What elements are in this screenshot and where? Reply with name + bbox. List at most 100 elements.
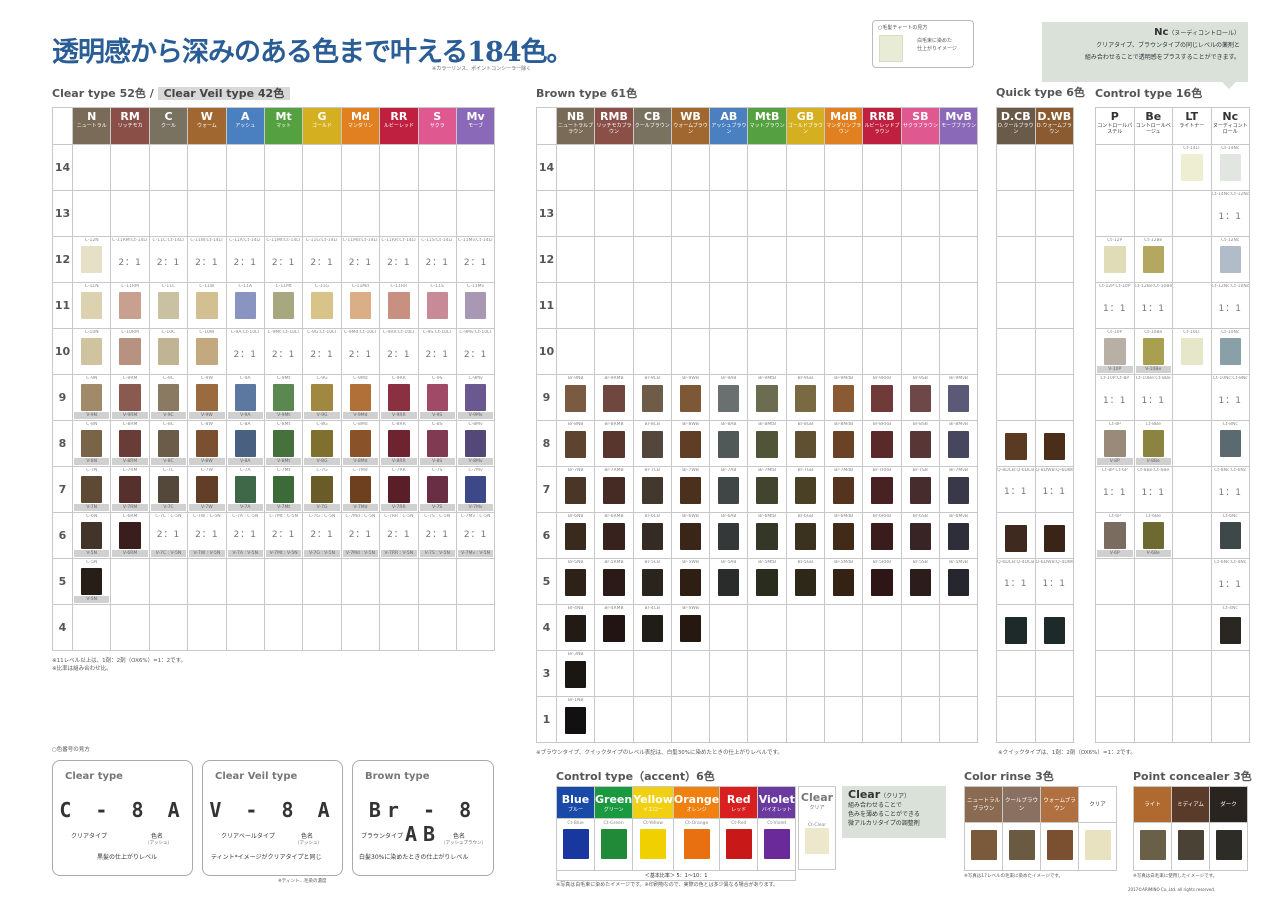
col-name: W: [200, 110, 213, 123]
cell-code: C-9S: [431, 376, 443, 381]
swatch: [756, 569, 778, 596]
clear-cell: C-8G V-8G: [302, 420, 342, 467]
col-name: A: [241, 110, 250, 123]
cell-code: Ct-10P:Ct-8P: [1100, 376, 1130, 381]
swatch: [1043, 617, 1065, 644]
swatch: [679, 615, 702, 642]
control-cell: [1172, 696, 1212, 743]
quick-chart: D.CB D.クールブラウン D.WB D.ウォームブラウン Q-8DCB:Q-6DCB…: [996, 107, 1074, 743]
col-name: RM: [120, 110, 140, 123]
cell-code: Ct-10Be:Ct-8Be: [1135, 376, 1171, 381]
brown-cell: [555, 282, 596, 329]
cell-code: C-7Mt: [277, 468, 291, 473]
rinse-header: ウォームブラウン: [1040, 786, 1079, 823]
clear-cell: C-7Md V-7Md: [340, 466, 381, 513]
clear-cell: C-9Mv V-9Mv: [455, 374, 496, 421]
clear-cell: [302, 144, 342, 191]
swatch: [683, 829, 710, 859]
col-sub: クールブラウン: [634, 123, 670, 129]
cell-code: C-7S: [431, 468, 443, 473]
brown-cell: Br-6SB: [900, 512, 940, 559]
veil-code: V-8W: [189, 458, 225, 465]
control-cell: Ct-8Be V-8Be: [1133, 420, 1173, 467]
brown-cell: [747, 650, 787, 697]
cell-code: Br-4WB: [682, 606, 699, 611]
accent-cell: Ct-Yellow: [632, 818, 674, 871]
clear-cell: [379, 558, 419, 605]
swatch: [833, 477, 855, 504]
clear-cell: C-11C: [148, 282, 189, 329]
col-name: Md: [351, 110, 370, 123]
brown-cell: [900, 282, 940, 329]
brown-col-header: MvB モーブブラウン: [938, 107, 979, 145]
clear-col-header: W ウォーム: [187, 107, 227, 145]
col-name: MvB: [945, 110, 972, 123]
rinse-name: ニュートラルブラウン: [966, 797, 1000, 812]
clear-level: 7: [52, 466, 73, 513]
clear-level: 5: [52, 558, 73, 605]
mix-ratio: 1：1: [1218, 396, 1242, 406]
clear-level: 12: [52, 236, 73, 283]
cell-code: Ct-6Nc: [1222, 514, 1238, 519]
brown-cell: [709, 236, 749, 283]
swatch: [794, 431, 817, 458]
mix-ratio: 2：1: [463, 350, 488, 360]
swatch: [909, 385, 931, 412]
clear-cell: [225, 604, 265, 651]
brown-cell: [747, 696, 787, 743]
clear-cell: C-7RM V-7RM: [110, 466, 150, 513]
brown-cell: Br-9CB: [632, 374, 672, 421]
cell-code: Br-7RMB: [604, 468, 624, 473]
cell-code: Ct-Orange: [684, 821, 709, 826]
brown-cell: [824, 282, 864, 329]
col-name: P: [1110, 110, 1119, 123]
cell-code: Br-8SB: [912, 422, 928, 427]
brown-cell: [709, 328, 749, 375]
quick-cell: [1034, 374, 1074, 421]
chart-guide-title: ○毛髪チャートの見方: [878, 25, 928, 31]
cell-code: C-11G:Ct-14LT: [305, 238, 339, 243]
brown-cell: Br-6GB: [785, 512, 826, 559]
swatch: [119, 384, 141, 411]
control-cell: [1133, 144, 1173, 191]
cell-code: Br-5NB: [567, 560, 584, 565]
brown-cell: [785, 236, 826, 283]
cell-code: C-11A:Ct-14LT: [229, 238, 262, 243]
brown-cell: [632, 650, 672, 697]
brown-cell: [785, 696, 826, 743]
clear-cell: C-11Mv: [455, 282, 496, 329]
mix-ratio: 1：1: [1004, 579, 1028, 589]
card-code: V - 8 A: [209, 798, 336, 822]
clear-cell: [340, 558, 381, 605]
swatch: [718, 385, 740, 412]
brown-cell: Br-3NB: [555, 650, 596, 697]
clear-cell: C-11W: [187, 282, 227, 329]
quick-cell: [1034, 696, 1074, 743]
swatch: [641, 523, 663, 550]
clear-note-title: Clear: [848, 788, 881, 801]
accent-name: Blue: [561, 792, 590, 806]
swatch: [718, 431, 740, 458]
brown-cell: [900, 144, 940, 191]
brown-cell: [670, 144, 711, 191]
col-sub: コントロールパステル: [1097, 123, 1133, 135]
col-name: Mv: [466, 110, 485, 123]
clear-cell: C-11A: [225, 282, 265, 329]
cell-code: Ct-10Be: [1144, 330, 1163, 335]
swatch: [833, 569, 855, 596]
cell-code: Br-5CB: [644, 560, 660, 565]
brown-cell: Br-9RRB: [862, 374, 902, 421]
swatch: [603, 385, 625, 412]
swatch: [1219, 430, 1241, 457]
veil-code: V-7Mt : V-5N: [265, 550, 302, 557]
clear-cell: [455, 558, 496, 605]
swatch: [756, 477, 778, 504]
brown-cell: [938, 650, 979, 697]
reading-card: Brown type Br - 8 AB ブラウンタイプ 色名 （アッシュブラウン） 白髪…: [352, 760, 494, 876]
quick-section-title: Quick type 6色: [996, 86, 1085, 99]
veil-code: V-8S: [419, 458, 455, 465]
accent-header: Green グリーン: [593, 786, 634, 819]
conceal-name: ダーク: [1220, 801, 1237, 808]
cell-code: Br-8CB: [644, 422, 660, 427]
clear-cell: C-7Mt : C-5N 2：1 V-7Mt : V-5N: [263, 512, 304, 559]
